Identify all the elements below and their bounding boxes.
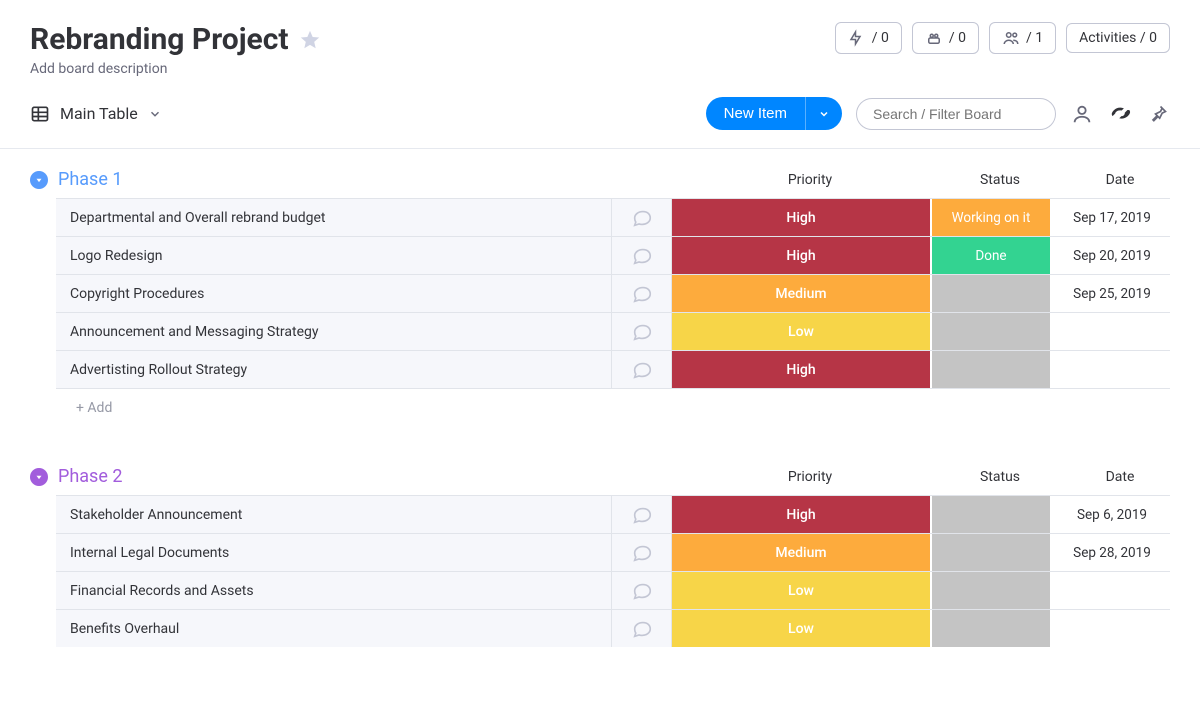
chat-icon[interactable] [612, 572, 672, 609]
board-header: Rebranding Project Add board description… [0, 0, 1200, 83]
board-description[interactable]: Add board description [30, 61, 321, 77]
chat-icon[interactable] [612, 496, 672, 533]
chat-icon[interactable] [612, 351, 672, 388]
members-count: / 1 [1026, 30, 1043, 46]
date-cell[interactable]: Sep 20, 2019 [1052, 237, 1172, 274]
search-filter[interactable] [856, 98, 1056, 130]
column-header-priority[interactable]: Priority [680, 172, 940, 188]
status-cell[interactable] [932, 534, 1052, 571]
view-switcher[interactable]: Main Table [30, 104, 162, 124]
favorite-star-icon[interactable] [299, 29, 321, 51]
date-cell[interactable] [1052, 572, 1172, 609]
table-row[interactable]: Departmental and Overall rebrand budget H… [56, 198, 1170, 236]
priority-cell[interactable]: High [672, 199, 932, 236]
board-toolbar: Main Table New Item [0, 83, 1200, 149]
integrations-pill[interactable]: / 0 [912, 22, 979, 54]
date-cell[interactable]: Sep 28, 2019 [1052, 534, 1172, 571]
item-name-cell[interactable]: Internal Legal Documents [56, 534, 612, 571]
table-row[interactable]: Advertisting Rollout Strategy High [56, 350, 1170, 388]
chat-icon[interactable] [612, 313, 672, 350]
table-row[interactable]: Stakeholder Announcement High Sep 6, 2019 [56, 495, 1170, 533]
add-item-label: + Add [62, 400, 112, 416]
priority-cell[interactable]: Low [672, 610, 932, 647]
chat-icon[interactable] [612, 275, 672, 312]
chat-icon[interactable] [612, 199, 672, 236]
priority-cell[interactable]: Medium [672, 534, 932, 571]
person-filter-icon[interactable] [1070, 102, 1094, 126]
chat-icon[interactable] [612, 534, 672, 571]
chat-icon[interactable] [612, 610, 672, 647]
automations-pill[interactable]: / 0 [835, 22, 902, 54]
status-cell[interactable] [932, 496, 1052, 533]
column-header-date[interactable]: Date [1060, 172, 1180, 188]
status-cell[interactable]: Working on it [932, 199, 1052, 236]
collapse-toggle[interactable] [30, 171, 48, 189]
table-row[interactable]: Benefits Overhaul Low [56, 609, 1170, 647]
item-name-cell[interactable]: Logo Redesign [56, 237, 612, 274]
priority-cell[interactable]: Medium [672, 275, 932, 312]
group-title[interactable]: Phase 2 [58, 466, 122, 487]
item-name-cell[interactable]: Financial Records and Assets [56, 572, 612, 609]
item-name-cell[interactable]: Stakeholder Announcement [56, 496, 612, 533]
column-header-priority[interactable]: Priority [680, 469, 940, 485]
date-cell[interactable] [1052, 351, 1172, 388]
table-icon [30, 104, 50, 124]
column-header-status[interactable]: Status [940, 469, 1060, 485]
status-cell[interactable] [932, 610, 1052, 647]
status-cell[interactable] [932, 313, 1052, 350]
priority-cell[interactable]: High [672, 351, 932, 388]
priority-cell[interactable]: Low [672, 572, 932, 609]
item-name-cell[interactable]: Announcement and Messaging Strategy [56, 313, 612, 350]
automations-count: / 0 [872, 30, 889, 46]
collapse-toggle[interactable] [30, 468, 48, 486]
item-name-cell[interactable]: Copyright Procedures [56, 275, 612, 312]
column-header-date[interactable]: Date [1060, 469, 1180, 485]
date-cell[interactable] [1052, 313, 1172, 350]
item-name-cell[interactable]: Benefits Overhaul [56, 610, 612, 647]
table-row[interactable]: Announcement and Messaging Strategy Low [56, 312, 1170, 350]
date-cell[interactable] [1052, 610, 1172, 647]
priority-cell[interactable]: High [672, 237, 932, 274]
item-name-cell[interactable]: Departmental and Overall rebrand budget [56, 199, 612, 236]
status-cell[interactable] [932, 351, 1052, 388]
item-name-cell[interactable]: Advertisting Rollout Strategy [56, 351, 612, 388]
activities-label: Activities / 0 [1079, 30, 1157, 46]
hide-columns-icon[interactable] [1108, 102, 1132, 126]
date-cell[interactable]: Sep 17, 2019 [1052, 199, 1172, 236]
board-title[interactable]: Rebranding Project [30, 22, 289, 57]
date-cell[interactable]: Sep 6, 2019 [1052, 496, 1172, 533]
view-label: Main Table [60, 104, 138, 123]
activities-pill[interactable]: Activities / 0 [1066, 23, 1170, 53]
priority-cell[interactable]: Low [672, 313, 932, 350]
priority-cell[interactable]: High [672, 496, 932, 533]
chevron-down-icon [148, 107, 162, 121]
add-item-row[interactable]: + Add [56, 388, 1170, 426]
group-title[interactable]: Phase 1 [58, 169, 122, 190]
automations-icon [848, 29, 866, 47]
integrations-count: / 0 [949, 30, 966, 46]
members-icon [1002, 29, 1020, 47]
date-cell[interactable]: Sep 25, 2019 [1052, 275, 1172, 312]
table-row[interactable]: Logo Redesign HighDoneSep 20, 2019 [56, 236, 1170, 274]
table-row[interactable]: Copyright Procedures Medium Sep 25, 2019 [56, 274, 1170, 312]
status-cell[interactable] [932, 572, 1052, 609]
status-cell[interactable] [932, 275, 1052, 312]
search-input[interactable] [873, 106, 1039, 122]
integrations-icon [925, 29, 943, 47]
status-cell[interactable]: Done [932, 237, 1052, 274]
new-item-button[interactable]: New Item [706, 97, 805, 130]
new-item-dropdown[interactable] [805, 97, 842, 130]
pin-icon[interactable] [1146, 102, 1170, 126]
members-pill[interactable]: / 1 [989, 22, 1056, 54]
table-row[interactable]: Internal Legal Documents Medium Sep 28, 20… [56, 533, 1170, 571]
column-header-status[interactable]: Status [940, 172, 1060, 188]
table-row[interactable]: Financial Records and Assets Low [56, 571, 1170, 609]
chat-icon[interactable] [612, 237, 672, 274]
